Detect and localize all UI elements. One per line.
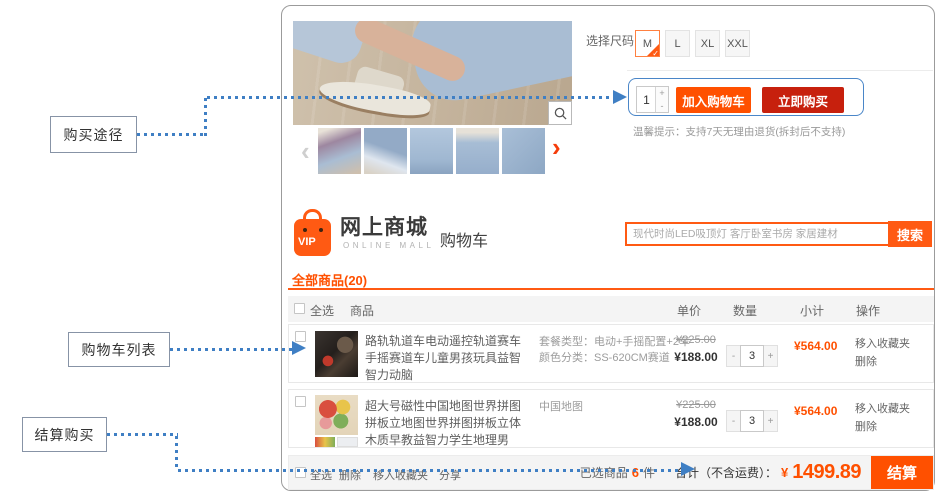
row-actions: 移入收藏夹 删除 bbox=[855, 400, 910, 436]
tab-all-items[interactable]: 全部商品(20) bbox=[292, 270, 367, 289]
size-option-xxl[interactable]: XXL bbox=[725, 30, 750, 57]
check-icon: ✓ bbox=[652, 49, 659, 58]
row-product-image[interactable] bbox=[315, 395, 358, 435]
mall-subtitle: ONLINE MALL bbox=[343, 241, 434, 250]
quantity-value[interactable]: 3 bbox=[740, 410, 764, 432]
size-option-xl[interactable]: XL bbox=[695, 30, 720, 57]
row-product-title[interactable]: 路轨轨道车电动遥控轨道赛车手摇赛道车儿童男孩玩具益智智力动脑 bbox=[365, 333, 529, 384]
size-option-m[interactable]: M ✓ bbox=[635, 30, 660, 57]
row-subtotal: ¥564.00 bbox=[794, 404, 837, 418]
bag-dot bbox=[303, 228, 307, 232]
row-price: ¥188.00 bbox=[667, 350, 725, 364]
row-product-image-extra bbox=[337, 437, 358, 447]
vip-badge: VIP bbox=[298, 236, 316, 248]
tab-underline bbox=[288, 288, 934, 290]
annotation-arrow-icon bbox=[292, 341, 306, 355]
thumbnail-3[interactable] bbox=[410, 128, 453, 174]
thumbnail-4[interactable] bbox=[456, 128, 499, 174]
annotation-arrow-icon bbox=[681, 462, 695, 476]
delete-link[interactable]: 删除 bbox=[855, 418, 910, 436]
row-product-title[interactable]: 超大号磁性中国地图世界拼图拼板立地图世界拼图拼板立体木质早教益智力学生地理男 bbox=[365, 398, 529, 449]
thumbnail-strip bbox=[318, 128, 547, 174]
minus-button[interactable]: - bbox=[726, 410, 741, 432]
row-original-price: ¥225.00 bbox=[667, 334, 725, 346]
move-to-favorites-link[interactable]: 移入收藏夹 bbox=[855, 335, 910, 353]
annotation-line bbox=[178, 469, 683, 472]
minus-button[interactable]: - bbox=[726, 345, 741, 367]
bag-dot bbox=[319, 228, 323, 232]
checkout-button[interactable]: 结算 bbox=[871, 456, 933, 489]
move-to-favorites-link[interactable]: 移入收藏夹 bbox=[855, 400, 910, 418]
search-input[interactable] bbox=[625, 222, 890, 246]
magnifier-icon[interactable] bbox=[548, 101, 572, 125]
annotation-purchase-path: 购买途径 bbox=[50, 116, 137, 153]
row-checkbox[interactable] bbox=[295, 396, 306, 407]
size-option-label: XXL bbox=[727, 38, 748, 50]
header-quantity: 数量 bbox=[733, 302, 757, 319]
row-actions: 移入收藏夹 删除 bbox=[855, 335, 910, 371]
mall-name: 网上商城 bbox=[340, 211, 428, 241]
row-product-image-extra bbox=[315, 437, 335, 447]
thumbnail-1[interactable] bbox=[318, 128, 361, 174]
row-product-spec: 中国地图 bbox=[539, 399, 583, 415]
selected-unit: 件 bbox=[643, 464, 655, 481]
header-subtotal: 小计 bbox=[800, 302, 824, 319]
plus-button[interactable]: + bbox=[763, 410, 778, 432]
header-unit-price: 单价 bbox=[677, 302, 701, 319]
cart-footer-bar: 全选 删除 移入收藏夹 分享 已选商品 6 件 合计（不含运费）： ¥ 1499… bbox=[288, 455, 934, 490]
selected-label: 已选商品 bbox=[580, 464, 628, 481]
annotation-arrow-icon bbox=[613, 90, 627, 104]
currency-symbol: ¥ bbox=[781, 465, 788, 480]
spec-line: 中国地图 bbox=[539, 399, 583, 415]
plus-button[interactable]: + bbox=[763, 345, 778, 367]
search-bar: 搜索 bbox=[625, 221, 932, 247]
row-quantity-stepper: - 3 + bbox=[726, 345, 778, 367]
gallery-next-icon[interactable]: › bbox=[552, 134, 561, 160]
product-main-image[interactable] bbox=[293, 21, 572, 125]
size-option-label: XL bbox=[701, 38, 714, 50]
footer-summary: 已选商品 6 件 合计（不含运费）： ¥ 1499.89 bbox=[580, 456, 861, 489]
return-policy-tip: 温馨提示：支持7天无理由退货(拆封后不支持) bbox=[633, 124, 845, 139]
annotation-checkout-purchase: 结算购买 bbox=[22, 417, 107, 452]
size-label: 选择尺码: bbox=[586, 32, 637, 49]
cart-table-header: 全选 商品 单价 数量 小计 操作 bbox=[288, 296, 934, 322]
annotation-cart-list: 购物车列表 bbox=[68, 332, 170, 367]
buy-controls-highlight bbox=[628, 78, 864, 116]
annotation-line bbox=[204, 98, 207, 136]
cart-row-1: 路轨轨道车电动遥控轨道赛车手摇赛道车儿童男孩玩具益智智力动脑 套餐类型：电动+手… bbox=[288, 324, 934, 383]
selected-count: 6 bbox=[632, 465, 639, 480]
thumbnail-5[interactable] bbox=[502, 128, 545, 174]
mall-logo-bag-icon: VIP bbox=[294, 209, 332, 256]
header-product: 商品 bbox=[350, 302, 374, 319]
row-price: ¥188.00 bbox=[667, 415, 725, 429]
annotation-line bbox=[170, 348, 293, 351]
page-title-cart: 购物车 bbox=[440, 227, 488, 251]
header-select-all: 全选 bbox=[310, 302, 334, 319]
search-button[interactable]: 搜索 bbox=[888, 221, 932, 247]
cart-row-2: 超大号磁性中国地图世界拼图拼板立地图世界拼图拼板立体木质早教益智力学生地理男 中… bbox=[288, 389, 934, 448]
quantity-value[interactable]: 3 bbox=[740, 345, 764, 367]
gallery-prev-icon[interactable]: ‹ bbox=[301, 138, 310, 164]
row-original-price: ¥225.00 bbox=[667, 399, 725, 411]
annotation-line bbox=[137, 133, 205, 136]
annotation-line bbox=[207, 96, 614, 99]
annotation-line bbox=[175, 436, 178, 471]
thumbnail-2[interactable] bbox=[364, 128, 407, 174]
header-actions: 操作 bbox=[856, 302, 880, 319]
size-option-label: L bbox=[674, 38, 680, 50]
delete-link[interactable]: 删除 bbox=[855, 353, 910, 371]
divider bbox=[627, 70, 933, 71]
size-option-l[interactable]: L bbox=[665, 30, 690, 57]
annotation-line bbox=[107, 433, 178, 436]
row-quantity-stepper: - 3 + bbox=[726, 410, 778, 432]
total-value: 1499.89 bbox=[792, 461, 861, 484]
select-all-checkbox[interactable] bbox=[294, 303, 305, 314]
row-subtotal: ¥564.00 bbox=[794, 339, 837, 353]
row-product-image[interactable] bbox=[315, 331, 358, 377]
